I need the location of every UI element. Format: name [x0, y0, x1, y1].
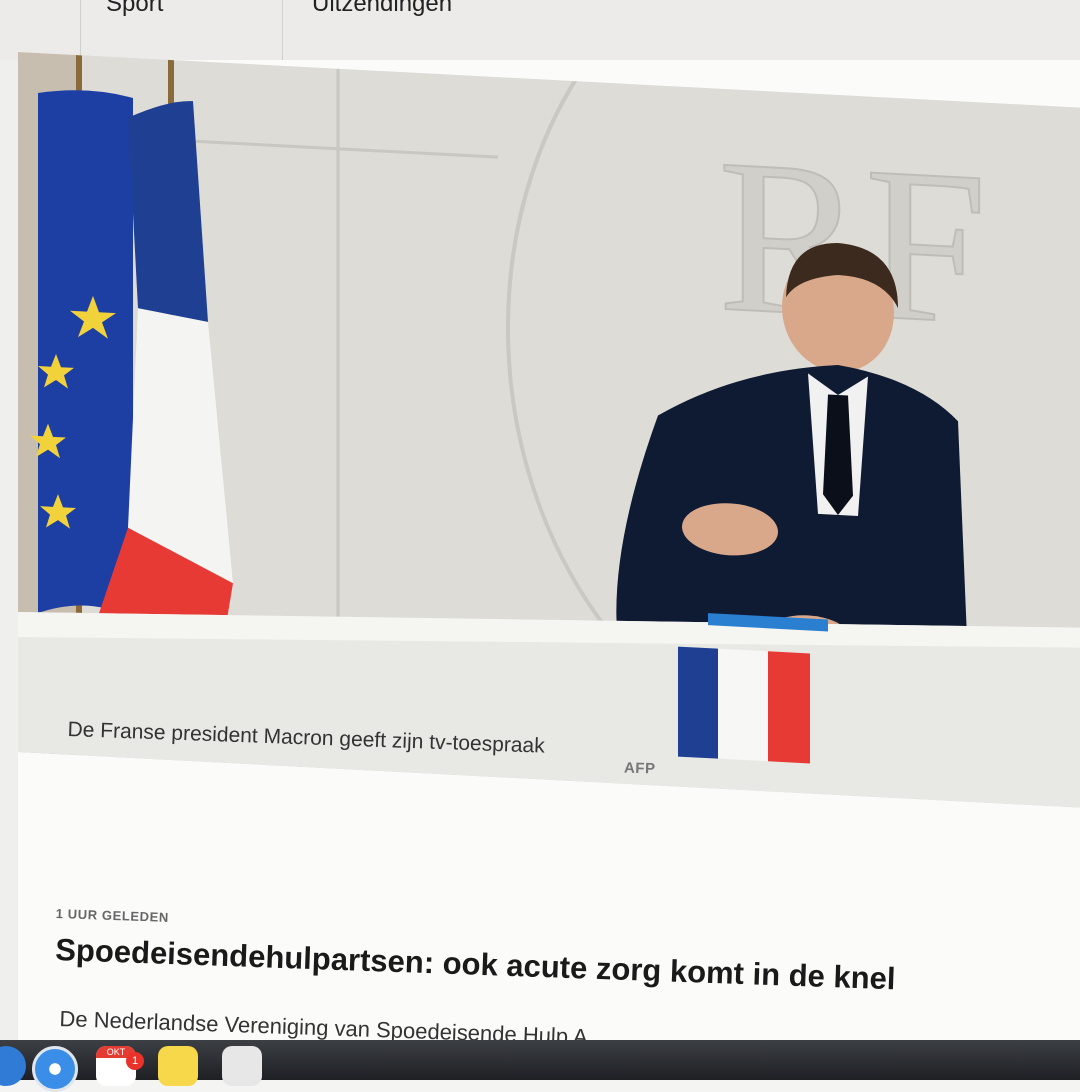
calendar-badge: 1: [126, 1052, 144, 1070]
photo-illustration: RF: [18, 52, 1080, 808]
eu-flag: [38, 90, 133, 619]
left-gutter: [0, 60, 18, 1080]
desk-stripe-white: [718, 648, 768, 762]
notes-icon[interactable]: [158, 1046, 198, 1086]
desk-stripe-blue: [678, 646, 718, 759]
nav-item-uitzendingen[interactable]: Uitzendingen: [312, 0, 452, 18]
nav-item-sport[interactable]: Sport: [106, 0, 163, 18]
nav-divider: [80, 0, 81, 60]
photo-credit: AFP: [623, 759, 656, 778]
files-icon[interactable]: [222, 1046, 262, 1086]
safari-icon[interactable]: [32, 1046, 78, 1092]
nav-divider: [282, 0, 283, 60]
top-navigation: Sport Uitzendingen: [0, 0, 1080, 61]
speaker-tie: [823, 394, 853, 515]
article-photo: RF: [18, 52, 1080, 808]
desk-stripe-red: [768, 651, 810, 764]
